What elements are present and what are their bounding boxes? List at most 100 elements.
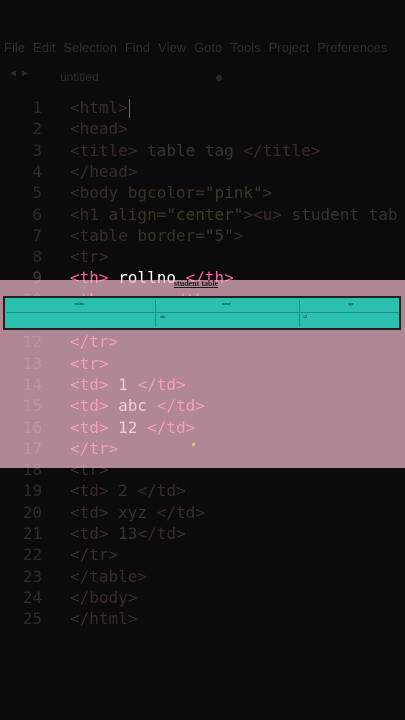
table-divider: [299, 300, 300, 327]
code-token: >: [233, 225, 244, 245]
code-line[interactable]: 7 <table border="5">: [0, 225, 405, 246]
line-number: 23: [22, 566, 42, 586]
code-text: <td> 2 </td>: [70, 480, 186, 501]
table-header-cell: rollno: [75, 301, 85, 306]
code-token: bgcolor=: [127, 183, 205, 203]
code-line[interactable]: 21 <td> 13</td>: [0, 523, 405, 544]
code-token: 13: [108, 524, 138, 543]
code-text: </body>: [70, 587, 137, 608]
code-text: </html>: [70, 608, 137, 629]
menu-preferences[interactable]: Preferences: [313, 40, 391, 55]
code-token: 2: [108, 481, 138, 501]
code-line[interactable]: 4 </head>: [0, 161, 405, 182]
code-token: </table>: [70, 566, 148, 586]
code-line[interactable]: 3 <title> table tag </title>: [0, 140, 405, 161]
code-token: <td>: [70, 502, 109, 522]
code-token: table tag: [137, 140, 244, 160]
line-number: 8: [32, 247, 42, 267]
code-token: </head>: [70, 161, 138, 181]
code-text: <td> 13</td>: [70, 523, 186, 544]
menu-goto[interactable]: Goto: [190, 40, 226, 55]
line-number: 25: [22, 609, 42, 629]
preview-table: rollno name age abc 12: [3, 296, 401, 330]
table-divider: [155, 300, 156, 327]
code-token: "pink": [204, 183, 263, 203]
code-line[interactable]: 25 </html>: [0, 608, 405, 629]
table-divider: [7, 312, 399, 313]
code-token: <html>: [70, 98, 128, 117]
code-token: <h1: [70, 204, 109, 224]
line-number: 1: [32, 98, 42, 117]
code-line[interactable]: 20 <td> xyz </td>: [0, 502, 405, 523]
code-token: align=: [108, 204, 167, 224]
unsaved-dot-icon[interactable]: [216, 75, 222, 81]
line-number: 24: [22, 587, 42, 607]
menu-file[interactable]: File: [0, 40, 29, 55]
line-number: 3: [32, 140, 42, 160]
code-token: <td>: [70, 524, 109, 543]
line-number: 5: [32, 183, 42, 203]
code-token: "center": [166, 204, 244, 224]
code-text: <table border="5">: [70, 225, 243, 246]
code-text: <title> table tag </title>: [70, 140, 320, 161]
code-token: <td>: [70, 481, 109, 501]
code-token: >: [262, 183, 273, 203]
line-number: 22: [22, 545, 42, 565]
code-token: </tr>: [70, 545, 119, 565]
tab-nav-arrows-icon[interactable]: ◀ ▶: [10, 68, 28, 79]
code-line[interactable]: 8 <tr>: [0, 246, 405, 267]
code-line[interactable]: 22 </tr>: [0, 544, 405, 565]
code-token: </html>: [70, 609, 138, 629]
code-token: </title>: [243, 140, 321, 160]
code-token: <table: [70, 225, 138, 245]
code-line[interactable]: 1 <html>: [0, 97, 405, 118]
code-token: </body>: [70, 587, 138, 607]
code-token: border=: [137, 225, 205, 245]
code-text: </table>: [70, 566, 147, 587]
mouse-pointer: [192, 443, 195, 446]
code-token: ><u>: [243, 204, 282, 224]
line-number: 21: [22, 524, 42, 543]
table-header-cell: name: [222, 301, 231, 306]
code-text: <html>: [70, 97, 128, 118]
line-number: 7: [32, 225, 42, 245]
code-line[interactable]: 23 </table>: [0, 566, 405, 587]
code-text: </head>: [70, 161, 137, 182]
code-text: <td> xyz </td>: [70, 502, 205, 523]
code-token: <title>: [70, 140, 138, 160]
code-token: xyz: [108, 502, 157, 522]
menu-selection[interactable]: Selection: [59, 40, 120, 55]
code-text: <body bgcolor="pink">: [70, 182, 272, 203]
menu-find[interactable]: Find: [121, 40, 154, 55]
code-line[interactable]: 5 <body bgcolor="pink">: [0, 182, 405, 203]
menu-view[interactable]: View: [154, 40, 190, 55]
code-token: "5": [204, 225, 234, 245]
code-line[interactable]: 6 <h1 align="center"><u> student tab: [0, 204, 405, 225]
code-text: </tr>: [70, 544, 118, 565]
code-line[interactable]: 2 <head>: [0, 118, 405, 139]
menu-bar: File Edit Selection Find View Goto Tools…: [0, 36, 405, 58]
code-token: <body: [70, 183, 128, 203]
menu-edit[interactable]: Edit: [29, 40, 59, 55]
code-line[interactable]: 19 <td> 2 </td>: [0, 480, 405, 501]
tab-untitled[interactable]: untitled: [60, 70, 99, 84]
line-number: 6: [32, 204, 42, 224]
code-line[interactable]: 24 </body>: [0, 587, 405, 608]
line-number: 19: [22, 481, 42, 501]
table-cell: abc: [160, 314, 166, 319]
code-token: </td>: [137, 481, 186, 501]
preview-heading: student table: [174, 279, 219, 288]
text-cursor: [129, 99, 130, 118]
tab-bar: ◀ ▶ untitled: [0, 64, 405, 90]
code-token: </td>: [137, 524, 186, 543]
line-number: 20: [22, 502, 42, 522]
code-text: <tr>: [70, 246, 109, 267]
code-token: student tab: [281, 204, 398, 224]
code-token: <head>: [70, 119, 128, 139]
menu-tools[interactable]: Tools: [226, 40, 264, 55]
menu-project[interactable]: Project: [265, 40, 313, 55]
code-token: </td>: [156, 502, 205, 522]
table-header-cell: age: [348, 301, 354, 306]
line-number: 4: [32, 161, 42, 181]
code-token: <tr>: [70, 247, 109, 267]
